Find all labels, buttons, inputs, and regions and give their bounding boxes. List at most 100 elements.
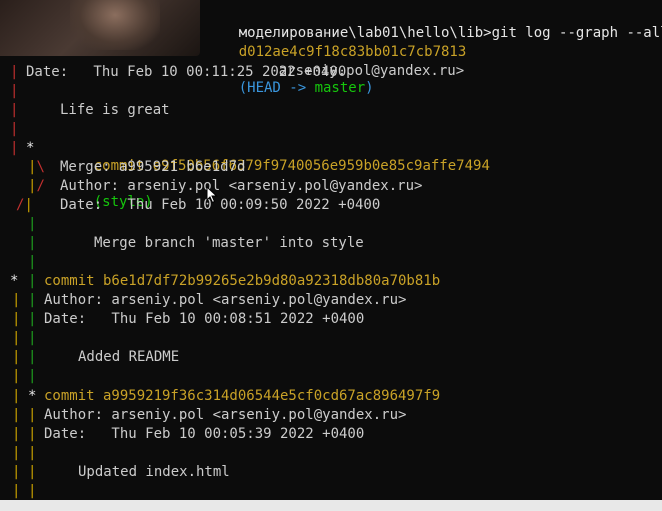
graph-bar: |	[12, 368, 21, 384]
commit-line-4: commit a9959219f36c314d06544e5cf0cd67ac8…	[44, 387, 440, 405]
commit-message-1: Life is great	[60, 101, 170, 119]
merge-line-2: Merge: a995921 b6e1d7d	[60, 158, 245, 176]
graph-line: |	[28, 310, 36, 328]
commit-hash: commit a9959219f36c314d06544e5cf0cd67ac8…	[44, 388, 441, 404]
graph-bar: |	[28, 349, 37, 365]
graph-line: |	[12, 291, 20, 309]
graph-line: |	[28, 406, 36, 424]
graph-line: |	[12, 482, 20, 500]
graph-line: |	[12, 310, 20, 328]
graph-bar: |	[10, 140, 19, 156]
graph-bar: |	[28, 464, 37, 480]
graph-bar: |	[12, 464, 21, 480]
graph-line: |	[12, 329, 20, 347]
graph-line: |	[12, 387, 20, 405]
graph-bar: |	[10, 83, 19, 99]
commit-date: Date: Thu Feb 10 00:08:51 2022 +0400	[44, 311, 365, 327]
graph-line: |/	[28, 177, 45, 195]
graph-line: |	[12, 463, 20, 481]
commit-date: Date: Thu Feb 10 00:09:50 2022 +0400	[60, 197, 381, 213]
graph-star: *	[28, 387, 36, 405]
commit-line-3: commit b6e1d7df72b99265e2b9d80a92318db80…	[44, 272, 440, 290]
commit-hash: commit b6e1d7df72b99265e2b9d80a92318db80…	[44, 273, 441, 289]
commit-line-2: commit e9f50b56f6379f9740056e959b0e85c9a…	[60, 139, 490, 210]
graph-bar: |	[28, 235, 37, 251]
commit-author: Author: arseniy.pol <arseniy.pol@yandex.…	[44, 292, 407, 308]
graph-bar: |	[12, 445, 21, 461]
graph-line: |	[12, 367, 20, 385]
commit-author: Author: arseniy.pol <arseniy.pol@yandex.…	[44, 407, 407, 423]
graph-bar: |	[28, 216, 37, 232]
mouse-pointer-icon	[206, 186, 218, 204]
webcam-face	[70, 0, 160, 50]
webcam-overlay	[0, 0, 200, 56]
bottom-strip	[0, 500, 662, 511]
graph-star-mark: *	[26, 140, 35, 156]
commit-message-2: Merge branch 'master' into style	[94, 234, 364, 252]
graph-bar: |	[10, 64, 19, 80]
author-line-3: Author: arseniy.pol <arseniy.pol@yandex.…	[44, 291, 406, 309]
graph-bar: |	[28, 273, 37, 289]
graph-bar: |	[24, 197, 33, 213]
graph-bar: |	[12, 330, 21, 346]
graph-bar: |	[28, 292, 37, 308]
graph-line: |	[12, 425, 20, 443]
graph-line: |	[10, 139, 18, 157]
graph-bar: |	[28, 159, 37, 175]
graph-star: *	[10, 272, 18, 290]
graph-bar: |	[28, 445, 37, 461]
commit-message: Merge branch 'master' into style	[94, 235, 364, 251]
date-line-1: Date: Thu Feb 10 00:11:25 2022 +0400	[26, 63, 346, 81]
terminal-window[interactable]: моделирование\lab01\hello\lib>git log --…	[0, 0, 662, 500]
head-ref-close: )	[365, 80, 374, 96]
graph-line: |	[28, 367, 36, 385]
graph-merge-slash: /	[16, 197, 25, 213]
graph-line: |	[28, 348, 36, 366]
command-prompt: моделирование\lab01\hello\lib>git log --…	[205, 6, 662, 41]
graph-line: /|	[16, 196, 33, 214]
date-line-2: Date: Thu Feb 10 00:09:50 2022 +0400	[60, 196, 380, 214]
graph-star-mark: *	[28, 388, 37, 404]
graph-branch-out: \	[36, 159, 45, 175]
graph-line: |	[10, 120, 18, 138]
commit-author: Author: arseniy.pol <arseniy.pol@yandex.…	[60, 178, 423, 194]
head-commit-line: d012ae4c9f18c83bb01c7cb7813 (HEAD -> mas…	[205, 25, 467, 96]
graph-line: |	[10, 101, 18, 119]
graph-branch-in: /	[36, 178, 45, 194]
graph-bar: |	[10, 121, 19, 137]
graph-line: |	[28, 329, 36, 347]
commit-message-3: Added README	[78, 348, 179, 366]
graph-line: |	[10, 82, 18, 100]
graph-line: |	[12, 406, 20, 424]
graph-bar: |	[28, 311, 37, 327]
graph-bar: |	[28, 407, 37, 423]
graph-line: |	[28, 482, 36, 500]
commit-message-4: Updated index.html	[78, 463, 230, 481]
author-line-2: Author: arseniy.pol <arseniy.pol@yandex.…	[60, 177, 422, 195]
graph-line: |	[12, 348, 20, 366]
commit-date: Date: Thu Feb 10 00:11:25 2022 +0400	[26, 64, 347, 80]
graph-line: |	[28, 215, 36, 233]
graph-bar: |	[28, 330, 37, 346]
date-line-3: Date: Thu Feb 10 00:08:51 2022 +0400	[44, 310, 364, 328]
head-branch-name: master	[314, 80, 366, 96]
date-line-4: Date: Thu Feb 10 00:05:39 2022 +0400	[44, 425, 364, 443]
graph-line: |	[28, 234, 36, 252]
commit-message: Updated index.html	[78, 464, 230, 480]
graph-bar: |	[28, 254, 37, 270]
graph-star-mark: *	[10, 273, 19, 289]
graph-bar: |	[28, 368, 37, 384]
author-line-1: arseniy.pol@yandex.ru>	[245, 44, 464, 79]
graph-bar: |	[12, 388, 21, 404]
commit-message: Added README	[78, 349, 180, 365]
graph-bar: |	[28, 483, 37, 499]
graph-bar: |	[12, 426, 21, 442]
graph-line: |	[28, 253, 36, 271]
commit-message: Life is great	[60, 102, 170, 118]
graph-line: |\	[28, 158, 45, 176]
author-line-4: Author: arseniy.pol <arseniy.pol@yandex.…	[44, 406, 406, 424]
graph-line: |	[12, 444, 20, 462]
graph-bar: |	[28, 426, 37, 442]
graph-bar: |	[12, 407, 21, 423]
graph-bar: |	[10, 102, 19, 118]
